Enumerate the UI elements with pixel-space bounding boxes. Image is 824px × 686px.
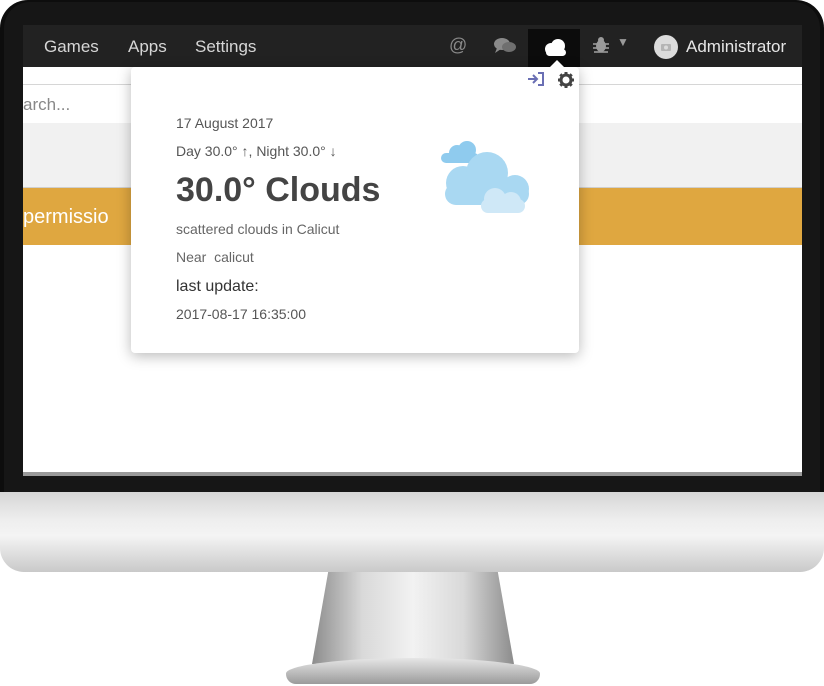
search-input[interactable]: arch... (23, 95, 70, 115)
at-icon[interactable]: @ (449, 35, 467, 56)
nav-settings[interactable]: Settings (195, 37, 256, 57)
camera-icon (661, 44, 671, 51)
monitor-chin (0, 492, 824, 572)
gear-icon[interactable] (557, 71, 575, 93)
avatar[interactable] (654, 35, 678, 59)
popup-arrow (549, 60, 565, 68)
last-update-value: 2017-08-17 16:35:00 (176, 306, 306, 322)
weather-date: 17 August 2017 (176, 115, 274, 131)
weather-day-night: Day 30.0° ↑, Night 30.0° ↓ (176, 143, 337, 159)
chat-icon[interactable] (493, 37, 517, 60)
arrow-down-icon: ↓ (329, 143, 337, 159)
night-temp: Night 30.0° (256, 143, 326, 159)
weather-description: scattered clouds in Calicut (176, 221, 340, 237)
monitor-stand-neck (312, 572, 514, 664)
weather-location: Near calicut (176, 249, 254, 265)
clouds-weather-icon (441, 141, 529, 213)
near-value: calicut (214, 249, 254, 265)
user-name[interactable]: Administrator (686, 37, 786, 57)
near-label: Near (176, 249, 207, 265)
footer-strip (23, 472, 802, 476)
current-temp: 30.0° (176, 171, 256, 209)
caret-down-icon[interactable]: ▼ (617, 35, 629, 49)
nav-apps[interactable]: Apps (128, 37, 167, 57)
arrow-up-icon: ↑ (241, 143, 249, 159)
last-update-label: last update: (176, 278, 259, 295)
top-navbar: Games Apps Settings @ ▼ Administrator (23, 25, 802, 67)
weather-popup: 17 August 2017 Day 30.0° ↑, Night 30.0° … (131, 60, 579, 353)
sign-in-icon[interactable] (527, 71, 545, 91)
weather-headline: 30.0° Clouds (176, 171, 380, 210)
monitor-stand-base (286, 658, 540, 684)
alert-text: permissio (23, 206, 109, 228)
nav-games[interactable]: Games (44, 37, 99, 57)
bug-icon[interactable] (591, 36, 611, 59)
day-temp: Day 30.0° (176, 143, 238, 159)
weather-condition: Clouds (265, 171, 381, 209)
